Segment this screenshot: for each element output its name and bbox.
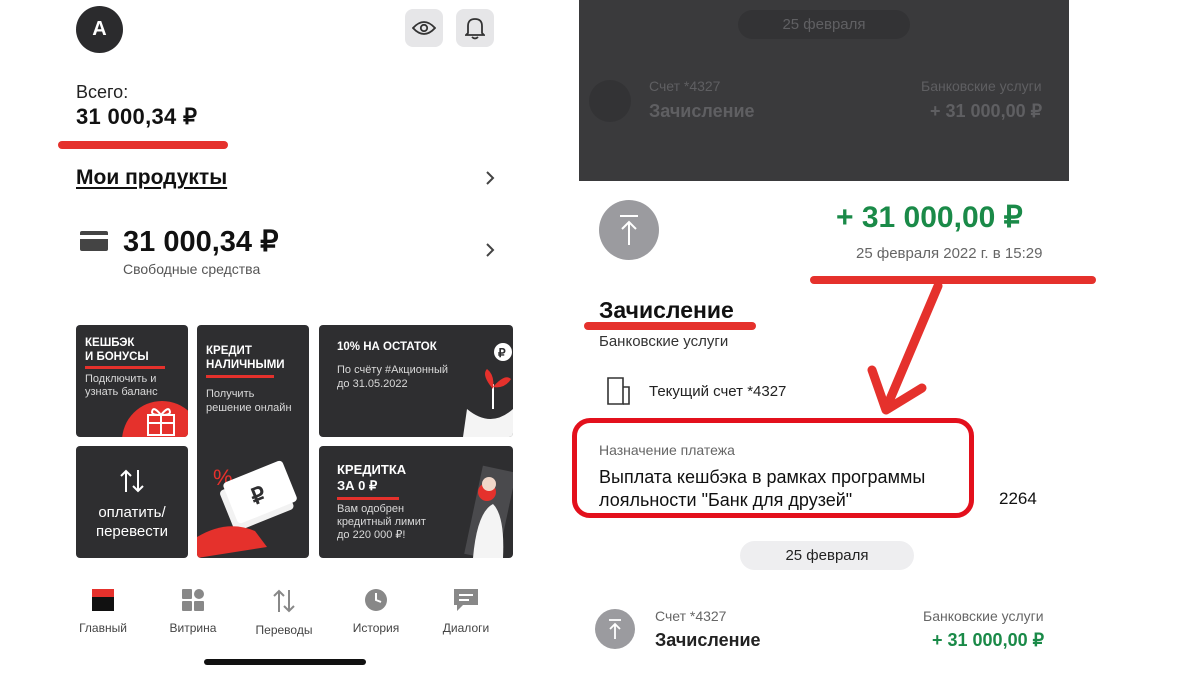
nav-dialogs[interactable]: Диалоги [426,588,506,635]
home-indicator [204,659,366,665]
transaction-amount: + 31 000,00 ₽ [836,201,1023,234]
tile-subtitle: Подключить и [85,373,157,385]
highlight-underline [584,322,756,330]
tile-subtitle: до 31.05.2022 [337,378,408,390]
row-category: Банковские услуги [921,78,1042,94]
nav-home[interactable]: Главный [63,588,143,635]
tile-accent-bar [206,375,274,378]
nav-label: Диалоги [442,621,490,635]
tile-subtitle: Вам одобрен [337,503,405,515]
cashback-tile[interactable]: КЕШБЭК И БОНУСЫ Подключить и узнать бала… [76,325,188,437]
highlight-underline [810,276,1096,284]
tile-subtitle: кредитный лимит [337,516,426,528]
tile-subtitle: до 220 000 ₽! [337,529,406,541]
payment-purpose-label: Назначение платежа [599,442,735,458]
transfer-arrows-icon [273,589,295,613]
account-document-icon [607,377,631,405]
transaction-title: Зачисление [599,297,734,323]
date-pill: 25 февраля [738,10,910,39]
tile-label: перевести [95,523,169,540]
money-illustration: % ₽ [197,460,297,558]
transaction-category: Банковские услуги [599,333,729,350]
tile-title: И БОНУСЫ [85,351,149,363]
tile-title: КЕШБЭК [85,337,135,349]
products-screen: А Всего: 31 000,34 ₽ Мои продукты 31 000… [0,0,560,675]
chat-icon [454,589,478,611]
row-title[interactable]: Зачисление [655,630,761,651]
row-amount: + 31 000,00 ₽ [930,101,1043,121]
chevron-right-icon[interactable] [480,168,500,188]
row-account: Счет *4327 [655,608,727,624]
account-name[interactable]: Текущий счет *4327 [649,383,786,400]
svg-text:₽: ₽ [498,346,506,360]
tile-title: КРЕДИТКА [337,462,407,477]
nav-transfers[interactable]: Переводы [244,588,324,637]
gift-icon [122,401,188,437]
total-label: Всего: [76,82,129,102]
tile-accent-bar [85,366,165,369]
date-pill: 25 февраля [740,541,914,570]
transfer-arrows-icon [120,469,144,493]
row-amount: + 31 000,00 ₽ [932,630,1045,650]
row-account: Счет *4327 [649,78,721,94]
nav-label: Переводы [255,623,313,637]
annotation-arrow [867,281,943,415]
nav-history[interactable]: История [336,588,416,635]
nav-showcase[interactable]: Витрина [153,588,233,635]
tile-subtitle: узнать баланс [85,386,158,398]
tile-subtitle: решение онлайн [206,402,292,414]
credit-circle-icon [589,80,631,122]
clock-icon [365,589,387,611]
row-category: Банковские услуги [923,608,1044,624]
payment-purpose-text: Выплата кешбэка в рамках программы лояль… [599,467,926,510]
my-products-link[interactable]: Мои продукты [76,166,227,190]
avatar[interactable]: А [76,6,123,53]
deposit-rate-tile[interactable]: 10% НА ОСТАТОК По счёту #Акционный до 31… [319,325,513,437]
balance-caption: Свободные средства [123,261,261,277]
woman-illustration [464,465,513,558]
eye-icon[interactable] [405,9,443,47]
chevron-right-icon[interactable] [480,240,500,260]
card-icon [80,231,108,251]
tile-title: 10% НА ОСТАТОК [337,341,437,353]
row-title: Зачисление [649,101,755,121]
nav-label: История [352,621,400,635]
pay-transfer-tile[interactable]: оплатить/ перевести [76,446,188,558]
total-balance: 31 000,34 ₽ [76,104,198,129]
upload-arrow-icon [595,609,635,649]
nav-label: Витрина [169,621,217,635]
cash-credit-tile[interactable]: КРЕДИТ НАЛИЧНЫМИ Получить решение онлайн… [197,325,309,558]
plant-coin-icon: ₽ [463,343,513,437]
credit-card-tile[interactable]: КРЕДИТКА ЗА 0 ₽ Вам одобрен кредитный ли… [319,446,513,558]
tile-title: КРЕДИТ [206,345,252,357]
tile-subtitle: По счёту #Акционный [337,364,449,376]
dimmed-list-overlay: 25 февраля Счет *4327 Зачисление Банковс… [579,0,1069,181]
tile-label: оплатить/ [98,504,166,521]
side-number: 2264 [999,489,1037,508]
grid-icon [182,589,204,611]
upload-arrow-icon [599,200,659,260]
tile-accent-bar [337,497,399,500]
transaction-datetime: 25 февраля 2022 г. в 15:29 [856,245,1043,262]
tile-title: ЗА 0 ₽ [337,478,378,493]
transaction-details-screen: 25 февраля Счет *4327 Зачисление Банковс… [560,0,1200,675]
bell-icon[interactable] [456,9,494,47]
home-logo-icon [92,589,114,611]
tile-title: НАЛИЧНЫМИ [206,359,285,371]
tile-subtitle: Получить [206,388,255,400]
highlight-underline [58,141,228,149]
account-balance[interactable]: 31 000,34 ₽ [123,224,279,259]
nav-label: Главный [79,621,127,635]
